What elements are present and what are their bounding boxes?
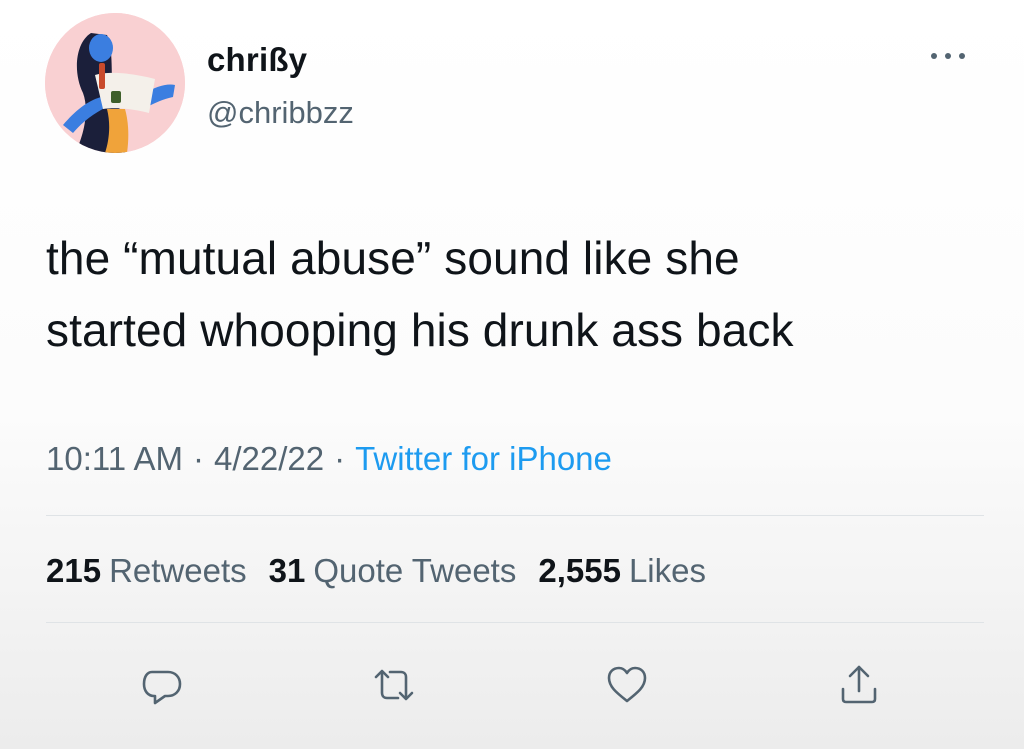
tweet-card: chrißy @chribbzz the “mutual abuse” soun… — [0, 0, 1024, 749]
like-button[interactable] — [599, 657, 655, 713]
username-handle[interactable]: @chribbzz — [207, 94, 354, 132]
tweet-date[interactable]: 4/22/22 — [214, 440, 324, 477]
like-icon — [607, 666, 647, 703]
tweet-metadata: 10:11 AM · 4/22/22 · Twitter for iPhone — [46, 438, 612, 480]
tweet-source-link[interactable]: Twitter for iPhone — [355, 440, 612, 477]
quote-tweets-label: Quote Tweets — [313, 552, 517, 589]
meta-separator: · — [192, 440, 204, 477]
meta-separator: · — [334, 440, 346, 477]
divider — [46, 515, 984, 516]
more-options-icon — [931, 53, 965, 59]
reply-icon — [142, 670, 182, 705]
display-name[interactable]: chrißy — [207, 40, 307, 80]
quote-tweets-count: 31 — [268, 552, 306, 589]
reply-button[interactable] — [134, 657, 190, 713]
avatar-illustration-icon — [45, 13, 185, 153]
retweets-count: 215 — [46, 552, 102, 589]
share-button[interactable] — [831, 657, 887, 713]
quote-tweets-stat[interactable]: 31 Quote Tweets — [269, 550, 517, 592]
retweets-label: Retweets — [109, 552, 247, 589]
retweet-icon — [374, 669, 414, 701]
likes-stat[interactable]: 2,555 Likes — [538, 550, 706, 592]
retweet-button[interactable] — [366, 657, 422, 713]
more-options-button[interactable] — [924, 42, 972, 70]
tweet-stats: 215 Retweets 31 Quote Tweets 2,555 Likes — [46, 550, 728, 592]
likes-label: Likes — [628, 552, 706, 589]
tweet-time[interactable]: 10:11 AM — [46, 440, 183, 477]
retweets-stat[interactable]: 215 Retweets — [46, 550, 247, 592]
tweet-text: the “mutual abuse” sound like she starte… — [46, 232, 794, 356]
likes-count: 2,555 — [538, 552, 621, 589]
divider — [46, 622, 984, 623]
avatar[interactable] — [45, 13, 185, 153]
share-icon — [841, 665, 877, 704]
